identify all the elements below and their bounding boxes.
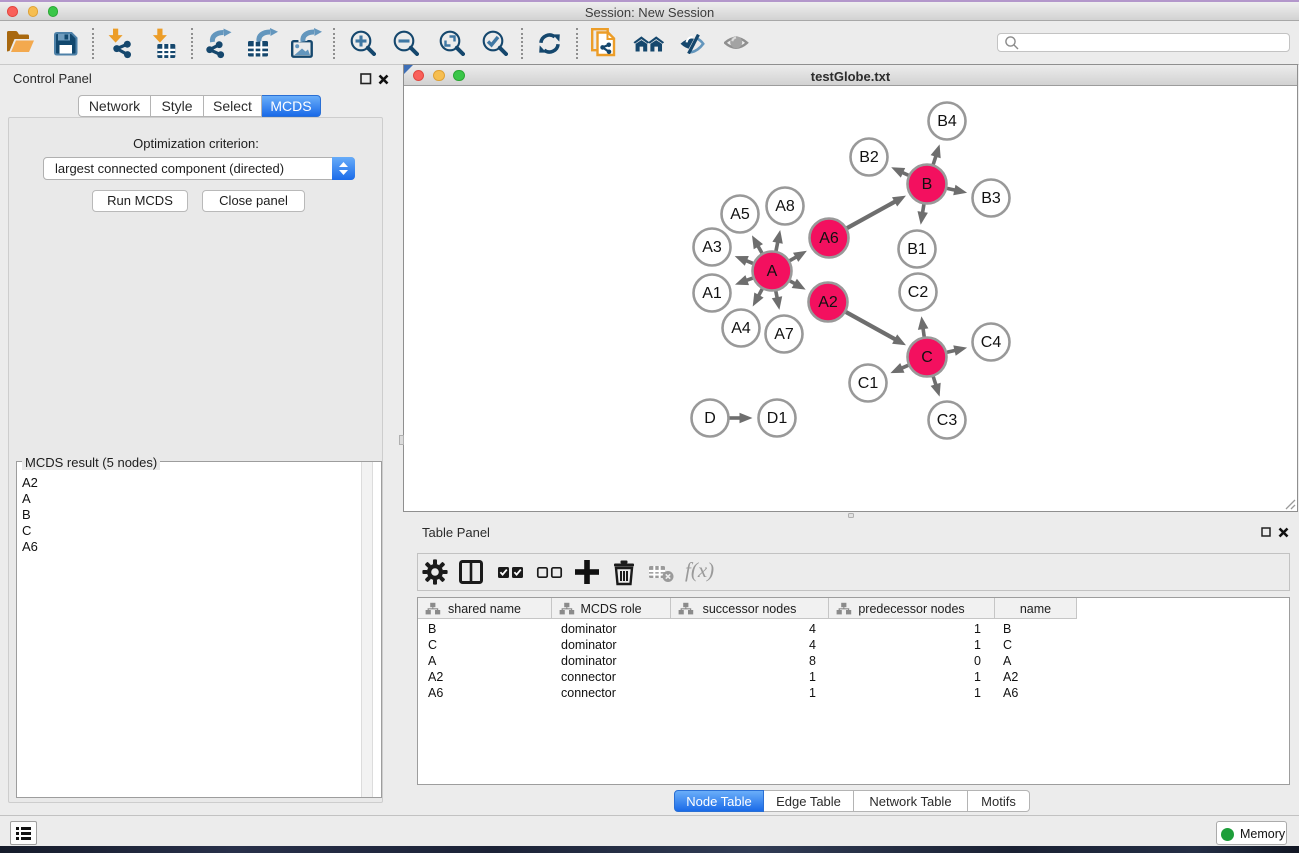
svg-text:A4: A4 xyxy=(731,320,751,337)
svg-text:C1: C1 xyxy=(858,375,879,392)
svg-text:A8: A8 xyxy=(775,198,795,215)
svg-text:A7: A7 xyxy=(774,326,794,343)
svg-text:B3: B3 xyxy=(981,190,1001,207)
svg-text:B1: B1 xyxy=(907,241,927,258)
svg-text:C2: C2 xyxy=(908,284,929,301)
svg-text:A: A xyxy=(767,263,778,280)
svg-text:A2: A2 xyxy=(818,294,838,311)
svg-text:A6: A6 xyxy=(819,230,839,247)
svg-text:B2: B2 xyxy=(859,149,879,166)
svg-text:B: B xyxy=(922,176,933,193)
svg-text:B4: B4 xyxy=(937,113,957,130)
svg-text:D1: D1 xyxy=(767,410,788,427)
svg-text:C3: C3 xyxy=(937,412,958,429)
svg-text:A1: A1 xyxy=(702,285,722,302)
svg-text:C4: C4 xyxy=(981,334,1002,351)
svg-text:A5: A5 xyxy=(730,206,750,223)
svg-text:A3: A3 xyxy=(702,239,722,256)
svg-text:C: C xyxy=(921,349,933,366)
svg-text:D: D xyxy=(704,410,716,427)
